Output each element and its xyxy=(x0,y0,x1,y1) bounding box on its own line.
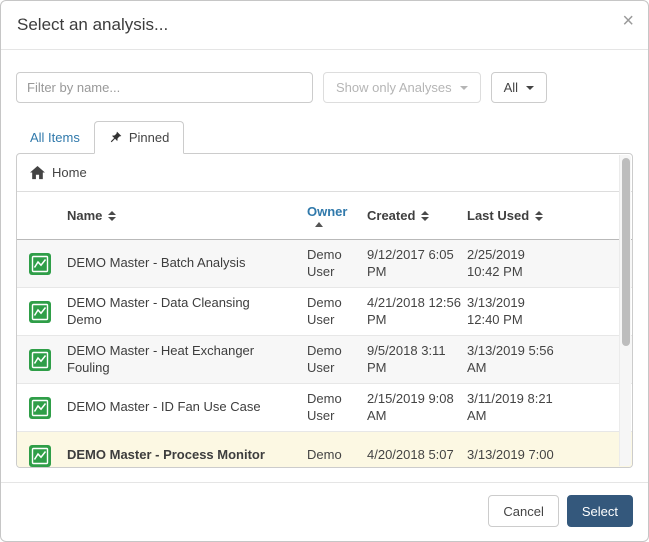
caret-down-icon xyxy=(526,86,534,90)
row-name: DEMO Master - Heat Exchanger Fouling xyxy=(67,343,307,377)
scrollbar-thumb[interactable] xyxy=(622,158,630,346)
table-row[interactable]: DEMO Master - ID Fan Use Case Demo User … xyxy=(17,384,632,432)
scope-filter-label: All xyxy=(504,80,518,95)
row-owner: Demo User xyxy=(307,295,367,329)
row-owner: Demo User xyxy=(307,343,367,377)
table-body: DEMO Master - Batch Analysis Demo User 9… xyxy=(17,240,632,468)
column-owner-label: Owner xyxy=(307,204,347,219)
table-row[interactable]: DEMO Master - Heat Exchanger Fouling Dem… xyxy=(17,336,632,384)
breadcrumb-home[interactable]: Home xyxy=(17,154,632,192)
row-created: 4/21/2018 12:56 PM xyxy=(367,295,467,329)
home-icon xyxy=(30,166,45,180)
select-analysis-modal: Select an analysis... × Show only Analys… xyxy=(0,0,649,542)
scope-filter-dropdown[interactable]: All xyxy=(491,72,547,103)
row-owner: Demo User xyxy=(307,391,367,425)
table-row[interactable]: DEMO Master - Process Monitor Demo 4/20/… xyxy=(17,432,632,468)
row-created: 4/20/2018 5:07 xyxy=(367,447,467,464)
filter-row: Show only Analyses All xyxy=(16,72,633,103)
column-created-label: Created xyxy=(367,208,415,223)
type-filter-dropdown[interactable]: Show only Analyses xyxy=(323,72,481,103)
row-last-used: 3/13/2019 12:40 PM xyxy=(467,295,559,329)
tab-pinned[interactable]: Pinned xyxy=(94,121,184,154)
sort-asc-icon xyxy=(315,222,323,227)
row-owner: Demo User xyxy=(307,247,367,281)
row-last-used: 3/13/2019 5:56 AM xyxy=(467,343,559,377)
analysis-icon xyxy=(29,397,53,419)
close-icon[interactable]: × xyxy=(622,11,634,31)
caret-down-icon xyxy=(460,86,468,90)
row-created: 9/12/2017 6:05 PM xyxy=(367,247,467,281)
column-header-created[interactable]: Created xyxy=(367,208,467,223)
row-last-used: 3/11/2019 8:21 AM xyxy=(467,391,559,425)
row-created: 2/15/2019 9:08 AM xyxy=(367,391,467,425)
row-name: DEMO Master - Process Monitor xyxy=(67,447,307,464)
column-header-last-used[interactable]: Last Used xyxy=(467,208,559,223)
table-header: Name Owner Created Last Used xyxy=(17,192,632,240)
cancel-button[interactable]: Cancel xyxy=(488,495,558,527)
row-created: 9/5/2018 3:11 PM xyxy=(367,343,467,377)
column-last-used-label: Last Used xyxy=(467,208,529,223)
analysis-icon xyxy=(29,253,53,275)
modal-footer: Cancel Select xyxy=(1,482,648,541)
type-filter-label: Show only Analyses xyxy=(336,80,452,95)
sort-icon xyxy=(108,211,116,221)
analysis-icon xyxy=(29,301,53,323)
sort-icon xyxy=(421,211,429,221)
row-last-used: 3/13/2019 7:00 xyxy=(467,447,559,464)
filter-name-input[interactable] xyxy=(16,72,313,103)
table-row[interactable]: DEMO Master - Data Cleansing Demo Demo U… xyxy=(17,288,632,336)
table-row[interactable]: DEMO Master - Batch Analysis Demo User 9… xyxy=(17,240,632,288)
tab-all-items[interactable]: All Items xyxy=(16,122,94,153)
row-name: DEMO Master - Data Cleansing Demo xyxy=(67,295,307,329)
tab-all-items-label: All Items xyxy=(30,130,80,145)
analysis-icon xyxy=(29,349,53,371)
row-name: DEMO Master - Batch Analysis xyxy=(67,255,307,272)
row-owner: Demo xyxy=(307,447,367,464)
modal-title: Select an analysis... xyxy=(17,15,632,35)
select-button[interactable]: Select xyxy=(567,495,633,527)
modal-body: Show only Analyses All All Items Pinned xyxy=(1,50,648,482)
breadcrumb-home-label: Home xyxy=(52,165,87,180)
items-panel: Home Name Owner Created Last Used xyxy=(16,153,633,468)
row-last-used: 2/25/2019 10:42 PM xyxy=(467,247,559,281)
column-header-owner[interactable]: Owner xyxy=(307,204,367,227)
vertical-scrollbar[interactable] xyxy=(619,155,631,466)
pin-icon xyxy=(109,131,122,144)
tab-bar: All Items Pinned xyxy=(16,121,633,153)
row-name: DEMO Master - ID Fan Use Case xyxy=(67,399,307,416)
modal-header: Select an analysis... × xyxy=(1,1,648,50)
sort-icon xyxy=(535,211,543,221)
analysis-icon xyxy=(29,445,53,467)
tab-pinned-label: Pinned xyxy=(129,130,169,145)
column-header-name[interactable]: Name xyxy=(67,208,307,223)
column-name-label: Name xyxy=(67,208,102,223)
